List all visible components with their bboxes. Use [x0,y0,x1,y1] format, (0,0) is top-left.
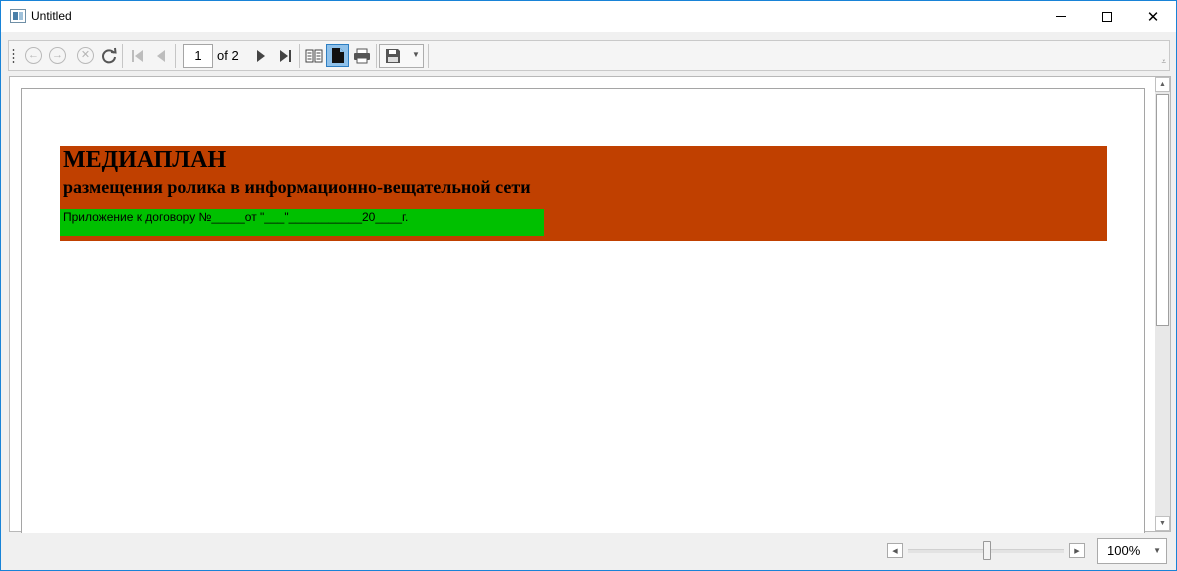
report-toolbar: ← → ✕ 1 of 2 ▼ ⩡ [8,40,1170,71]
chevron-down-icon: ▼ [1153,546,1161,555]
report-page: МЕДИАПЛАН размещения ролика в информацио… [21,88,1145,543]
toolbar-separator [122,44,123,68]
toolbar-separator [175,44,176,68]
document-title: МЕДИАПЛАН [63,147,227,173]
title-bar[interactable]: Untitled ✕ [1,1,1176,32]
forward-button[interactable]: → [46,44,69,67]
scroll-down-icon: ▼ [1159,520,1166,527]
back-button[interactable]: ← [22,44,45,67]
close-button[interactable]: ✕ [1130,1,1176,32]
page-setup-button[interactable] [326,44,349,67]
print-layout-button[interactable] [302,44,325,67]
scroll-down-button[interactable]: ▼ [1155,516,1170,531]
stop-button[interactable]: ✕ [74,44,97,67]
status-bar: ◀ ▶ 100% ▼ [1,533,1176,570]
back-arrow-icon: ← [25,47,42,64]
minimize-icon [1056,16,1066,17]
save-icon [386,49,400,63]
toolbar-separator [428,44,429,68]
refresh-icon [101,47,117,63]
first-page-button[interactable] [126,44,149,67]
toolbar-overflow-icon[interactable]: ⩡ [1161,57,1166,67]
scroll-up-icon: ▲ [1159,81,1166,88]
last-page-icon [279,49,291,62]
scroll-up-button[interactable]: ▲ [1155,77,1170,92]
close-icon: ✕ [1146,8,1160,26]
first-page-icon [131,49,143,62]
page-icon [331,48,344,63]
printer-icon [353,48,370,63]
zoom-slider-thumb[interactable] [983,541,991,560]
scrollbar-thumb[interactable] [1156,94,1169,326]
app-icon [10,9,26,23]
zoom-out-button[interactable]: ◀ [887,543,903,558]
minimize-button[interactable] [1038,1,1084,32]
previous-page-button[interactable] [149,44,172,67]
document-viewer[interactable]: МЕДИАПЛАН размещения ролика в информацио… [9,76,1171,543]
chevron-down-icon: ▼ [412,50,420,59]
forward-arrow-icon: → [49,47,66,64]
next-page-button[interactable] [249,44,272,67]
next-page-icon [256,49,265,62]
zoom-in-button[interactable]: ▶ [1069,543,1085,558]
zoom-level-value: 100% [1107,543,1141,558]
zoom-level-select[interactable]: 100% ▼ [1097,538,1167,564]
maximize-icon [1102,11,1112,22]
toolbar-grip[interactable] [12,48,15,65]
zoom-right-arrow-icon: ▶ [1074,547,1080,555]
refresh-button[interactable] [97,44,120,67]
toolbar-separator [299,44,300,68]
page-count-label: of 2 [217,48,239,63]
contract-line: Приложение к договору №_____от "___"____… [63,210,409,224]
page-number-input[interactable]: 1 [183,44,213,68]
document-subtitle: размещения ролика в информационно-вещате… [63,177,531,197]
toolbar-separator [376,44,377,68]
contract-band: Приложение к договору №_____от "___"____… [60,209,544,236]
maximize-button[interactable] [1084,1,1130,32]
zoom-left-arrow-icon: ◀ [892,547,898,555]
vertical-scrollbar[interactable]: ▲ ▼ [1155,77,1170,531]
print-button[interactable] [350,44,373,67]
stop-icon: ✕ [77,47,94,64]
last-page-button[interactable] [273,44,296,67]
previous-page-icon [156,49,165,62]
header-band: МЕДИАПЛАН размещения ролика в информацио… [60,146,1107,241]
export-dropdown-button[interactable]: ▼ [379,44,424,68]
app-window: Untitled ✕ ← → ✕ 1 of 2 ▼ ⩡ МЕДИАПЛАН ра… [0,0,1177,571]
window-title: Untitled [31,9,72,23]
book-layout-icon [305,49,322,62]
